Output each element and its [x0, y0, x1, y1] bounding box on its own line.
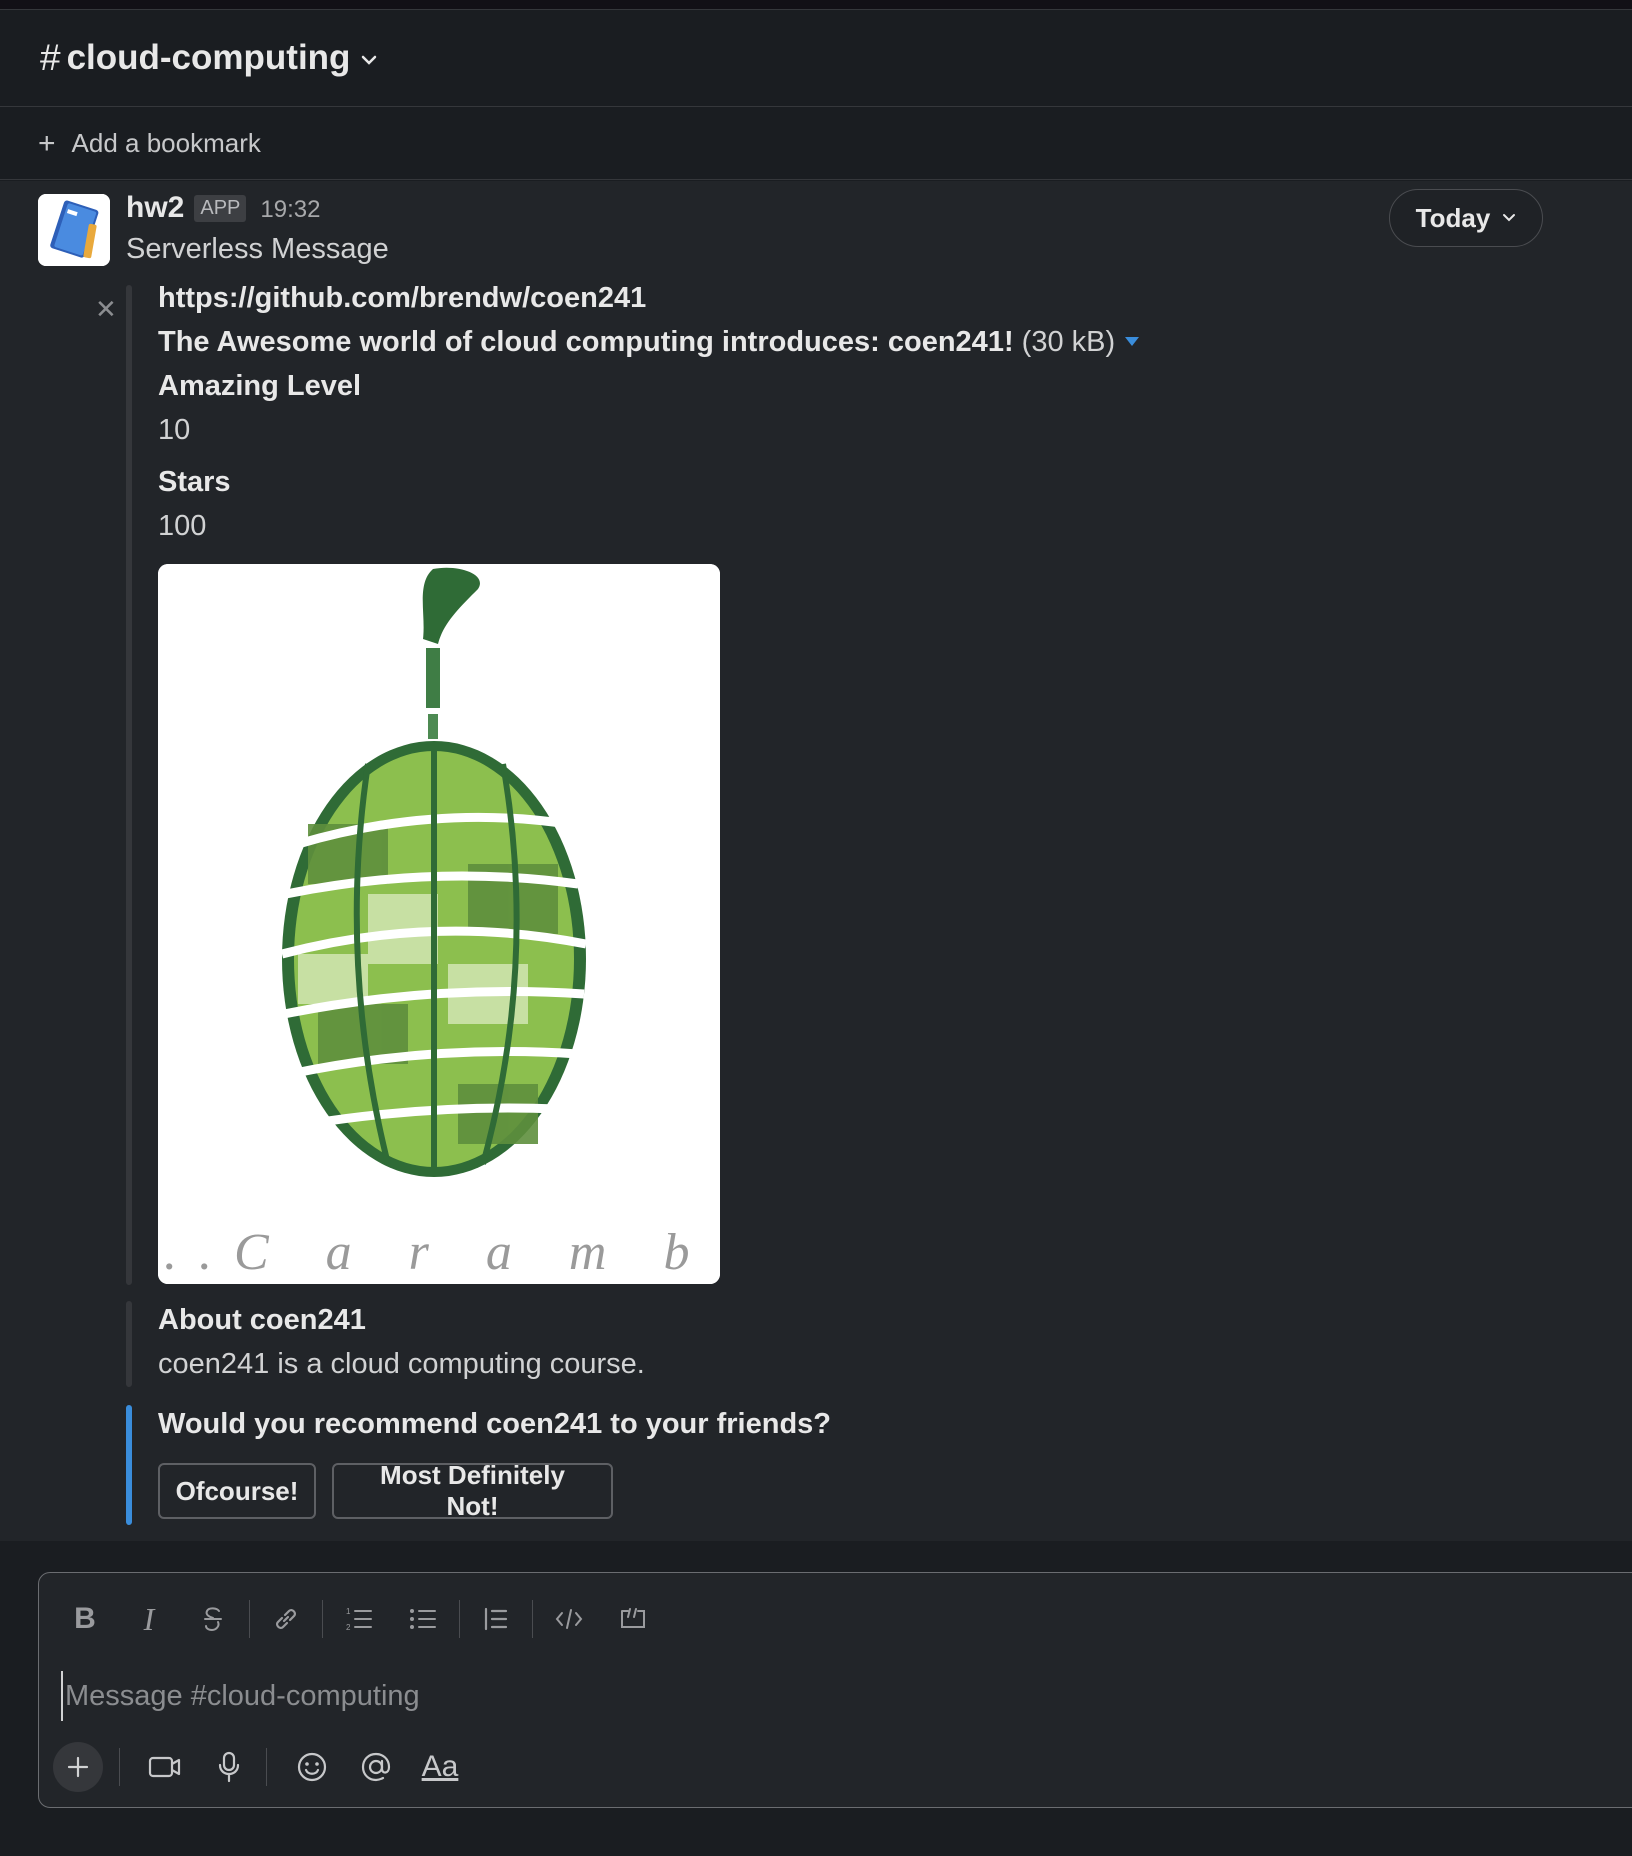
video-clip-button[interactable]	[138, 1740, 192, 1794]
message-list: hw2 APP 19:32 Serverless Message Today ✕…	[0, 181, 1632, 1541]
plus-icon	[67, 1756, 89, 1778]
code-button[interactable]	[541, 1591, 597, 1647]
message-composer: B I 12 Message #cloud-computing Aa	[38, 1572, 1632, 1808]
audio-clip-button[interactable]	[202, 1740, 256, 1794]
toolbar-divider	[322, 1600, 323, 1638]
chevron-down-icon	[1503, 214, 1516, 222]
bulleted-list-icon	[410, 1609, 436, 1629]
at-sign-icon	[361, 1752, 391, 1782]
formatting-toolbar: B I 12	[57, 1591, 669, 1647]
svg-text:1: 1	[346, 1607, 351, 1616]
attach-button[interactable]	[53, 1742, 103, 1792]
bold-button[interactable]: B	[57, 1591, 113, 1647]
most-definitely-not-button[interactable]: Most Definitely Not!	[332, 1460, 613, 1521]
svg-text:2: 2	[346, 1623, 351, 1632]
attachment-image[interactable]: ..C a r a m b o l a...	[158, 564, 720, 1284]
close-icon[interactable]: ✕	[95, 294, 117, 325]
mention-button[interactable]	[349, 1740, 403, 1794]
message-timestamp[interactable]: 19:32	[260, 196, 320, 224]
plus-icon: +	[38, 126, 56, 160]
message-input[interactable]	[61, 1671, 1261, 1721]
channel-header: # cloud-computing	[0, 10, 1632, 107]
code-block-button[interactable]	[605, 1591, 661, 1647]
attachment-title-row: The Awesome world of cloud computing int…	[158, 326, 1140, 359]
microphone-icon	[218, 1751, 240, 1783]
video-camera-icon	[148, 1756, 181, 1778]
window-top-strip	[0, 0, 1632, 10]
app-badge: APP	[194, 195, 247, 222]
bulleted-list-button[interactable]	[395, 1591, 451, 1647]
ordered-list-icon: 12	[346, 1607, 372, 1632]
attachment-bar	[126, 285, 132, 1285]
link-button[interactable]	[258, 1591, 314, 1647]
question-bar	[126, 1405, 132, 1525]
caret-down-icon[interactable]	[1125, 336, 1140, 346]
attachment-link-row: https://github.com/brendw/coen241	[158, 282, 646, 315]
field-label: Amazing Level	[158, 370, 362, 402]
add-bookmark-button[interactable]: + Add a bookmark	[38, 127, 261, 161]
channel-name-button[interactable]: # cloud-computing	[40, 37, 378, 79]
avatar[interactable]	[38, 194, 110, 266]
sender-name[interactable]: hw2	[126, 191, 184, 225]
notebook-icon	[38, 194, 110, 266]
ordered-list-button[interactable]: 12	[331, 1591, 387, 1647]
attachment-link[interactable]: https://github.com/brendw/coen241	[158, 282, 646, 314]
date-divider-label: Today	[1415, 202, 1491, 233]
code-block-icon	[621, 1608, 645, 1628]
strikethrough-icon	[204, 1607, 222, 1632]
image-caption: ..C a r a m b o l a...	[164, 1224, 720, 1281]
question-text: Would you recommend coen241 to your frie…	[158, 1408, 832, 1440]
carambola-logo: ..C a r a m b o l a...	[158, 564, 720, 1284]
composer-actions: Aa	[53, 1739, 477, 1795]
toolbar-divider	[532, 1600, 533, 1638]
toolbar-divider	[249, 1600, 250, 1638]
bookmark-bar: + Add a bookmark	[0, 108, 1632, 180]
formatting-toggle-button[interactable]: Aa	[413, 1740, 467, 1794]
message-header: hw2 APP 19:32	[126, 191, 320, 225]
field-value: 10	[158, 414, 191, 446]
hash-icon: #	[40, 37, 61, 78]
strikethrough-button[interactable]	[185, 1591, 241, 1647]
formatting-toggle-label: Aa	[421, 1750, 459, 1783]
message-text: Serverless Message	[126, 233, 389, 265]
code-icon	[555, 1609, 583, 1629]
blockquote-button[interactable]	[468, 1591, 524, 1647]
attachment-title[interactable]: The Awesome world of cloud computing int…	[158, 326, 1014, 358]
about-text: coen241 is a cloud computing course.	[158, 1348, 645, 1380]
chevron-down-icon	[362, 55, 377, 65]
composer-divider	[119, 1748, 120, 1786]
emoji-icon	[297, 1752, 327, 1782]
about-bar	[126, 1301, 132, 1387]
field-value: 100	[158, 510, 207, 542]
date-divider-button[interactable]: Today	[1389, 189, 1543, 247]
toolbar-divider	[459, 1600, 460, 1638]
file-size: (30 kB)	[1021, 326, 1116, 358]
blockquote-icon	[484, 1607, 508, 1631]
about-title: About coen241	[158, 1304, 366, 1336]
composer-divider	[266, 1748, 267, 1786]
field-label: Stars	[158, 466, 231, 498]
ofcourse-button[interactable]: Ofcourse!	[158, 1463, 316, 1519]
emoji-button[interactable]	[285, 1740, 339, 1794]
link-icon	[276, 1609, 296, 1629]
add-bookmark-label: Add a bookmark	[71, 128, 261, 158]
italic-button[interactable]: I	[121, 1591, 177, 1647]
channel-name: cloud-computing	[66, 38, 351, 77]
